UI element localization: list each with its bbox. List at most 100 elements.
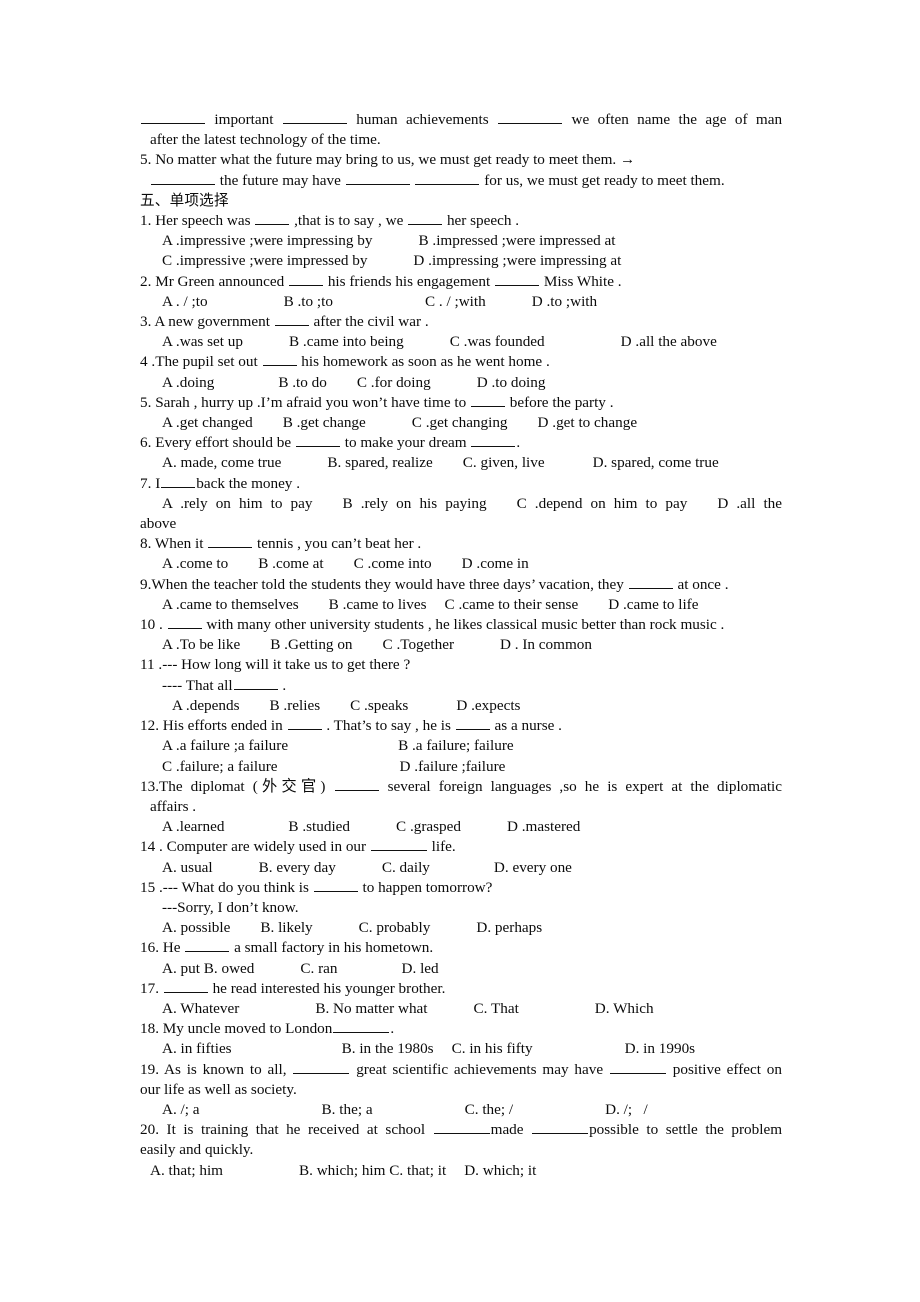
option-b[interactable]: B. which; him bbox=[299, 1162, 385, 1179]
answer-blank[interactable] bbox=[167, 616, 202, 630]
answer-blank[interactable] bbox=[408, 212, 443, 226]
answer-blank[interactable] bbox=[345, 171, 410, 185]
option-c[interactable]: C .Together bbox=[383, 636, 454, 653]
answer-blank[interactable] bbox=[151, 171, 215, 185]
answer-blank[interactable] bbox=[208, 535, 253, 549]
option-c[interactable]: C. probably bbox=[359, 919, 431, 936]
option-b[interactable]: B .came to lives bbox=[329, 596, 427, 613]
option-d[interactable]: D. /; / bbox=[605, 1101, 648, 1118]
option-c[interactable]: C . / ;with bbox=[425, 293, 486, 310]
option-a[interactable]: A .impressive ;were impressing by bbox=[162, 232, 372, 249]
option-b[interactable]: B. likely bbox=[260, 919, 312, 936]
answer-blank[interactable] bbox=[287, 717, 322, 731]
option-c[interactable]: C .was founded bbox=[450, 333, 545, 350]
option-c[interactable]: C .came to their sense bbox=[445, 596, 579, 613]
answer-blank[interactable] bbox=[233, 676, 278, 690]
answer-blank[interactable] bbox=[609, 1060, 666, 1074]
option-d[interactable]: D. perhaps bbox=[476, 919, 542, 936]
option-d[interactable]: D .mastered bbox=[507, 818, 580, 835]
option-a[interactable]: A .depends bbox=[172, 697, 240, 714]
option-b[interactable]: B. the; a bbox=[322, 1101, 373, 1118]
option-c[interactable]: C .get changing bbox=[412, 414, 508, 431]
option-d[interactable]: D .failure ;failure bbox=[400, 758, 506, 775]
answer-blank[interactable] bbox=[433, 1121, 490, 1135]
option-b[interactable]: B. in the 1980s bbox=[342, 1040, 434, 1057]
answer-blank[interactable] bbox=[628, 575, 673, 589]
option-b[interactable]: B. owed bbox=[204, 960, 255, 977]
answer-blank[interactable] bbox=[334, 777, 379, 791]
answer-blank[interactable] bbox=[470, 393, 505, 407]
option-c[interactable]: C .depend on him to pay bbox=[517, 495, 688, 512]
option-c[interactable]: C. That bbox=[474, 1000, 519, 1017]
option-c[interactable]: C. ran bbox=[300, 960, 337, 977]
answer-blank[interactable] bbox=[313, 878, 358, 892]
answer-blank[interactable] bbox=[295, 434, 340, 448]
option-b[interactable]: B .to ;to bbox=[284, 293, 333, 310]
option-a[interactable]: A. in fifties bbox=[162, 1040, 232, 1057]
option-d[interactable]: D .to ;with bbox=[532, 293, 597, 310]
option-a[interactable]: A .a failure ;a failure bbox=[162, 737, 288, 754]
option-b[interactable]: B .rely on his paying bbox=[342, 495, 486, 512]
answer-blank[interactable] bbox=[185, 939, 230, 953]
option-b[interactable]: B .relies bbox=[270, 697, 321, 714]
answer-blank[interactable] bbox=[262, 353, 297, 367]
option-a[interactable]: A. usual bbox=[162, 859, 213, 876]
option-a[interactable]: A. made, come true bbox=[162, 454, 281, 471]
option-b[interactable]: B .get change bbox=[283, 414, 366, 431]
option-a[interactable]: A. possible bbox=[162, 919, 230, 936]
option-c[interactable]: C. the; / bbox=[465, 1101, 514, 1118]
option-d[interactable]: D bbox=[717, 495, 728, 512]
answer-blank[interactable] bbox=[370, 838, 427, 852]
option-d[interactable]: D .get to change bbox=[538, 414, 638, 431]
option-a[interactable]: A. /; a bbox=[162, 1101, 200, 1118]
option-d-text-cont[interactable]: the bbox=[763, 495, 782, 512]
option-c[interactable]: C. daily bbox=[382, 859, 430, 876]
answer-blank[interactable] bbox=[274, 313, 309, 327]
option-c[interactable]: C .grasped bbox=[396, 818, 461, 835]
option-b[interactable]: B. every day bbox=[259, 859, 336, 876]
option-b[interactable]: B .impressed ;were impressed at bbox=[418, 232, 615, 249]
option-b[interactable]: B .to do bbox=[278, 374, 327, 391]
option-a[interactable]: A. put bbox=[162, 960, 200, 977]
option-b[interactable]: B .came into being bbox=[289, 333, 404, 350]
option-d[interactable]: D. spared, come true bbox=[593, 454, 719, 471]
option-a[interactable]: A .came to themselves bbox=[162, 596, 299, 613]
answer-blank[interactable] bbox=[141, 111, 205, 124]
option-a[interactable]: A. that; him bbox=[150, 1162, 223, 1179]
option-a[interactable]: A .come to bbox=[162, 555, 228, 572]
answer-blank[interactable] bbox=[289, 272, 324, 286]
answer-blank[interactable] bbox=[498, 111, 563, 124]
option-a[interactable]: A .get changed bbox=[162, 414, 253, 431]
answer-blank[interactable] bbox=[161, 474, 196, 488]
option-c[interactable]: C. given, live bbox=[463, 454, 545, 471]
option-c[interactable]: C .for doing bbox=[357, 374, 431, 391]
option-d[interactable]: D .come in bbox=[462, 555, 529, 572]
option-b[interactable]: B .studied bbox=[288, 818, 350, 835]
option-d[interactable]: D. Which bbox=[595, 1000, 654, 1017]
answer-blank[interactable] bbox=[495, 272, 540, 286]
option-d[interactable]: D . In common bbox=[500, 636, 592, 653]
option-c[interactable]: C .speaks bbox=[350, 697, 408, 714]
option-d[interactable]: D .impressing ;were impressing at bbox=[413, 252, 621, 269]
option-d-text[interactable]: .all bbox=[736, 495, 755, 512]
option-d[interactable]: D. in 1990s bbox=[625, 1040, 695, 1057]
option-d[interactable]: D .to doing bbox=[477, 374, 546, 391]
option-d[interactable]: D. which; it bbox=[464, 1162, 536, 1179]
option-a[interactable]: A. Whatever bbox=[162, 1000, 239, 1017]
answer-blank[interactable] bbox=[333, 1020, 390, 1034]
option-d[interactable]: D .expects bbox=[456, 697, 520, 714]
answer-blank[interactable] bbox=[163, 979, 208, 993]
option-d[interactable]: D. led bbox=[402, 960, 439, 977]
answer-blank[interactable] bbox=[471, 434, 516, 448]
option-a[interactable]: A .was set up bbox=[162, 333, 243, 350]
option-c[interactable]: C .impressive ;were impressed by bbox=[162, 252, 367, 269]
option-d[interactable]: D .all the above bbox=[621, 333, 717, 350]
answer-blank[interactable] bbox=[282, 111, 347, 124]
option-b[interactable]: B .come at bbox=[258, 555, 323, 572]
option-a[interactable]: A .To be like bbox=[162, 636, 240, 653]
answer-blank[interactable] bbox=[415, 171, 480, 185]
answer-blank[interactable] bbox=[532, 1121, 589, 1135]
answer-blank[interactable] bbox=[255, 212, 290, 226]
option-b[interactable]: B .Getting on bbox=[270, 636, 352, 653]
option-b[interactable]: B. spared, realize bbox=[327, 454, 432, 471]
